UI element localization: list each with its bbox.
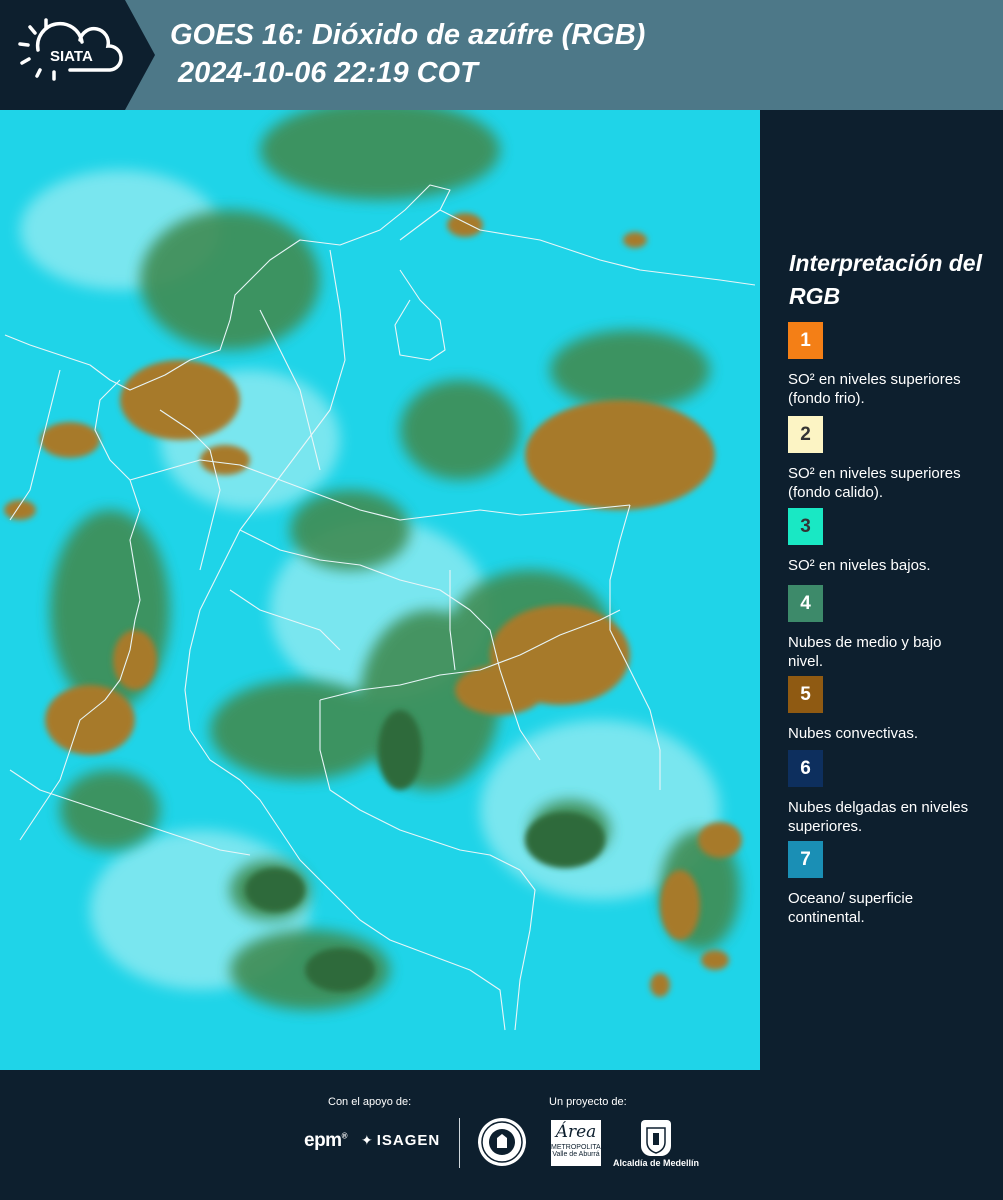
- isagen-mark-icon: ✦: [361, 1132, 374, 1148]
- legend-label-1: SO² en niveles superiores (fondo frio).: [788, 371, 961, 407]
- legend-label-7: Oceano/ superficie continental.: [788, 890, 914, 926]
- legend-swatch-4: 4: [788, 585, 823, 622]
- isagen-logo-text: ISAGEN: [376, 1132, 441, 1149]
- page-title: GOES 16: Dióxido de azúfre (RGB) 2024-10-…: [170, 16, 645, 92]
- legend-item-4: 4 Nubes de medio y bajo nivel.: [788, 585, 993, 671]
- siata-logo-text: SIATA: [50, 48, 93, 65]
- area-logo-line2: Valle de Aburrá: [552, 1151, 600, 1158]
- legend-swatch-1: 1: [788, 322, 823, 359]
- medellin-seal-icon: [478, 1118, 526, 1166]
- legend-label-2: SO² en niveles superiores (fondo calido)…: [788, 465, 961, 501]
- area-logo-script: Área: [555, 1122, 597, 1142]
- legend-label-6: Nubes delgadas en niveles superiores.: [788, 799, 969, 835]
- satellite-map: [0, 110, 760, 1070]
- footer-divider: [459, 1118, 460, 1168]
- siata-logo: SIATA: [0, 0, 155, 110]
- legend-swatch-3: 3: [788, 508, 823, 545]
- legend-label-4: Nubes de medio y bajo nivel.: [788, 634, 942, 670]
- legend-swatch-7: 7: [788, 841, 823, 878]
- footer-sponsors: Con el apoyo de: Un proyecto de: epm® ✦ I…: [0, 1070, 1003, 1200]
- legend-swatch-6: 6: [788, 750, 823, 787]
- title-line-1: GOES 16: Dióxido de azúfre (RGB): [170, 19, 646, 51]
- legend-item-6: 6 Nubes delgadas en niveles superiores.: [788, 750, 993, 836]
- legend-panel: Interpretación del RGB 1 SO² en niveles …: [760, 110, 1003, 1070]
- legend-item-1: 1 SO² en niveles superiores (fondo frio)…: [788, 322, 993, 408]
- area-metropolitana-logo: Área METROPOLITANA Valle de Aburrá: [551, 1120, 611, 1166]
- epm-logo-text: epm: [304, 1130, 342, 1151]
- alcaldia-crest-icon: [641, 1120, 671, 1156]
- header-bar: SIATA GOES 16: Dióxido de azúfre (RGB) 20…: [0, 0, 1003, 110]
- legend-item-3: 3 SO² en niveles bajos.: [788, 508, 993, 575]
- legend-title: Interpretación del RGB: [789, 250, 982, 309]
- title-line-2: 2024-10-06 22:19 COT: [178, 57, 478, 89]
- epm-logo: epm®: [304, 1130, 348, 1151]
- project-label: Un proyecto de:: [549, 1096, 627, 1108]
- legend-label-3: SO² en niveles bajos.: [788, 557, 931, 574]
- alcaldia-label: Alcaldía de Medellín: [613, 1158, 700, 1168]
- support-label: Con el apoyo de:: [328, 1096, 412, 1108]
- legend-swatch-5: 5: [788, 676, 823, 713]
- legend-item-5: 5 Nubes convectivas.: [788, 676, 993, 743]
- isagen-logo: ✦ ISAGEN: [361, 1132, 440, 1149]
- legend-item-2: 2 SO² en niveles superiores (fondo calid…: [788, 416, 993, 502]
- legend-item-7: 7 Oceano/ superficie continental.: [788, 841, 993, 927]
- area-logo-line1: METROPOLITANA: [551, 1144, 611, 1151]
- legend-swatch-2: 2: [788, 416, 823, 453]
- legend-label-5: Nubes convectivas.: [788, 725, 919, 742]
